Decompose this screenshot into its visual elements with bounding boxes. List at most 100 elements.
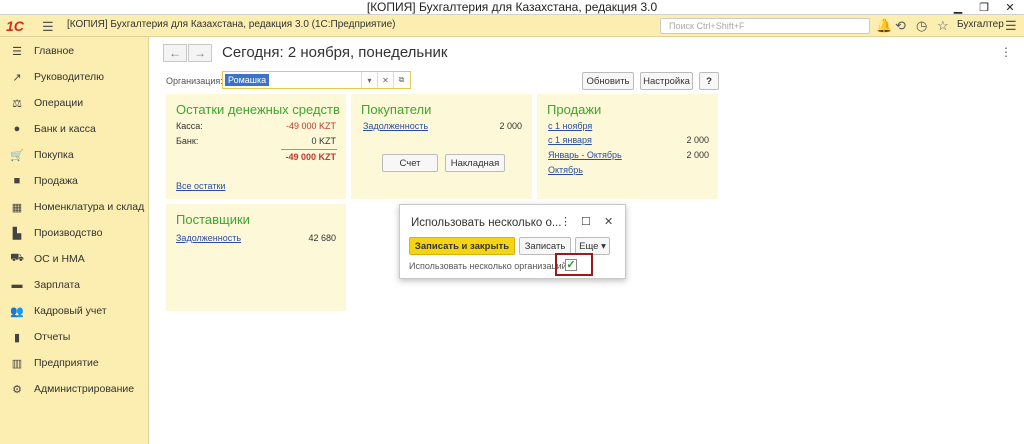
building-icon: ▥ — [11, 357, 23, 370]
panel-cash: Остатки денежных средств Касса: -49 000 … — [166, 94, 346, 199]
dialog-maximize-icon[interactable]: ☐ — [581, 215, 591, 228]
bank-label: Банк: — [176, 136, 199, 146]
dialog-more-icon[interactable]: ⋮ — [560, 215, 571, 228]
org-label: Организация: — [166, 76, 223, 86]
wallet-icon: ▬ — [11, 279, 23, 291]
sidebar-item-label: Главное — [34, 45, 75, 57]
dialog-title: Использовать несколько о... — [411, 217, 562, 229]
sidebar-item-reports[interactable]: ▮ Отчеты — [0, 324, 149, 350]
settings-menu-icon[interactable]: ☰ — [1005, 18, 1017, 34]
sidebar-item-assets[interactable]: ⛟ ОС и НМА — [0, 246, 149, 272]
refresh-button[interactable]: Обновить — [582, 72, 634, 90]
sidebar-item-admin[interactable]: ⚙ Администрирование — [0, 376, 149, 402]
history-clock-icon[interactable]: ◷ — [916, 18, 927, 34]
sidebar-item-salary[interactable]: ▬ Зарплата — [0, 272, 149, 298]
sidebar-item-purchase[interactable]: 🛒 Покупка — [0, 142, 149, 168]
clear-icon[interactable]: ✕ — [377, 72, 393, 88]
panel-suppliers-title[interactable]: Поставщики — [176, 212, 250, 227]
sales-period-link[interactable]: с 1 января — [548, 135, 592, 145]
all-balances-link[interactable]: Все остатки — [176, 181, 225, 191]
sales-period-link[interactable]: Январь - Октябрь — [548, 150, 622, 160]
sales-period-link[interactable]: Октябрь — [548, 165, 583, 175]
buyers-debt-value: 2 000 — [499, 121, 522, 131]
buyers-debt-link[interactable]: Задолженность — [363, 121, 428, 131]
sidebar-item-label: Операции — [34, 97, 84, 109]
more-button-label: Еще — [579, 240, 599, 252]
gear-icon: ⚙ — [12, 383, 22, 396]
sidebar-item-label: Администрирование — [34, 383, 135, 395]
sidebar-item-operations[interactable]: ⚖ Операции — [0, 90, 149, 116]
sidebar-item-hr[interactable]: 👥 Кадровый учет — [0, 298, 149, 324]
sidebar-item-label: Отчеты — [34, 331, 71, 343]
page-title: Сегодня: 2 ноября, понедельник — [222, 44, 448, 61]
bank-value: 0 KZT — [311, 136, 336, 146]
org-field[interactable]: Ромашка ▾ ✕ ⧉ — [222, 71, 411, 89]
sidebar-item-label: Зарплата — [34, 279, 80, 291]
bag-icon: ■ — [13, 175, 21, 187]
sidebar-item-label: Банк и касса — [34, 123, 96, 135]
more-actions-icon[interactable]: ⋮ — [1000, 45, 1012, 59]
checkbox-label: Использовать несколько организаций: — [409, 261, 570, 271]
cart-icon: 🛒 — [10, 149, 24, 162]
sidebar-item-label: Предприятие — [34, 357, 99, 369]
sales-period-link[interactable]: с 1 ноября — [548, 121, 592, 131]
window-titlebar: [КОПИЯ] Бухгалтерия для Казахстана, реда… — [0, 0, 1024, 15]
sidebar: ☰ Главное ↗ Руководителю ⚖ Операции ● Банк и… — [0, 37, 149, 444]
window-title: [КОПИЯ] Бухгалтерия для Казахстана, реда… — [366, 0, 658, 14]
panel-buyers-title[interactable]: Покупатели — [361, 102, 431, 117]
invoice-button[interactable]: Счет — [382, 154, 438, 172]
sidebar-item-label: Номенклатура и склад — [34, 201, 145, 213]
close-window-button[interactable]: ✕ — [997, 0, 1023, 15]
settings-button[interactable]: Настройка — [640, 72, 693, 90]
sidebar-item-label: ОС и НМА — [34, 253, 85, 265]
operations-icon: ⚖ — [12, 97, 22, 110]
app-title: [КОПИЯ] Бухгалтерия для Казахстана, реда… — [67, 19, 396, 30]
panel-suppliers: Поставщики Задолженность 42 680 — [166, 204, 346, 311]
panel-buyers: Покупатели Задолженность 2 000 Счет Накл… — [351, 94, 532, 199]
sidebar-item-bank[interactable]: ● Банк и касса — [0, 116, 149, 142]
settings-dialog: Использовать несколько о... ⋮ ☐ ✕ Записа… — [399, 204, 626, 279]
sidebar-item-manager[interactable]: ↗ Руководителю — [0, 64, 149, 90]
forward-button[interactable]: → — [188, 44, 212, 62]
sidebar-item-main[interactable]: ☰ Главное — [0, 38, 149, 64]
sidebar-item-label: Кадровый учет — [34, 305, 107, 317]
dropdown-icon[interactable]: ▾ — [361, 72, 377, 88]
sidebar-item-enterprise[interactable]: ▥ Предприятие — [0, 350, 149, 376]
waybill-button[interactable]: Накладная — [445, 154, 505, 172]
coin-icon: ● — [13, 123, 21, 135]
factory-icon: ▙ — [12, 227, 22, 240]
panel-sales-title[interactable]: Продажи — [547, 102, 601, 117]
dialog-close-icon[interactable]: ✕ — [604, 215, 613, 228]
cash-label: Касса: — [176, 121, 203, 131]
sidebar-item-label: Руководителю — [34, 71, 105, 83]
trend-icon: ↗ — [12, 71, 22, 84]
star-icon[interactable]: ☆ — [937, 18, 949, 34]
bell-icon[interactable]: 🔔 — [876, 18, 892, 34]
open-icon[interactable]: ⧉ — [393, 72, 409, 88]
help-button[interactable]: ? — [699, 72, 719, 90]
cash-value: -49 000 KZT — [285, 121, 336, 131]
search-input[interactable]: Поиск Ctrl+Shift+F — [660, 18, 870, 34]
menu-icon[interactable]: ☰ — [42, 19, 54, 35]
sidebar-item-sales[interactable]: ■ Продажа — [0, 168, 149, 194]
user-name[interactable]: Бухгалтер — [957, 19, 1004, 30]
multi-org-checkbox[interactable]: ✓ — [565, 259, 577, 271]
save-and-close-button[interactable]: Записать и закрыть — [409, 237, 515, 255]
back-button[interactable]: ← — [163, 44, 187, 62]
sidebar-item-label: Покупка — [34, 149, 74, 161]
suppliers-debt-link[interactable]: Задолженность — [176, 233, 241, 243]
chart-icon: ▮ — [13, 331, 21, 344]
sales-value: 2 000 — [686, 135, 709, 145]
sidebar-item-label: Производство — [34, 227, 103, 239]
minimize-button[interactable]: ▁ — [945, 0, 971, 15]
app-header: 1С ☰ [КОПИЯ] Бухгалтерия для Казахстана,… — [0, 15, 1024, 37]
sidebar-item-nomenclature[interactable]: ▦ Номенклатура и склад — [0, 194, 149, 220]
list-icon: ☰ — [12, 45, 22, 58]
org-value: Ромашка — [225, 74, 270, 86]
sidebar-item-production[interactable]: ▙ Производство — [0, 220, 149, 246]
panel-cash-title[interactable]: Остатки денежных средств — [176, 102, 340, 117]
history-icon[interactable]: ⟲ — [895, 18, 906, 34]
panel-sales: Продажи с 1 ноября с 1 января 2 000 Янва… — [537, 94, 718, 199]
sales-value: 2 000 — [686, 150, 709, 160]
restore-button[interactable]: ❐ — [971, 0, 997, 15]
